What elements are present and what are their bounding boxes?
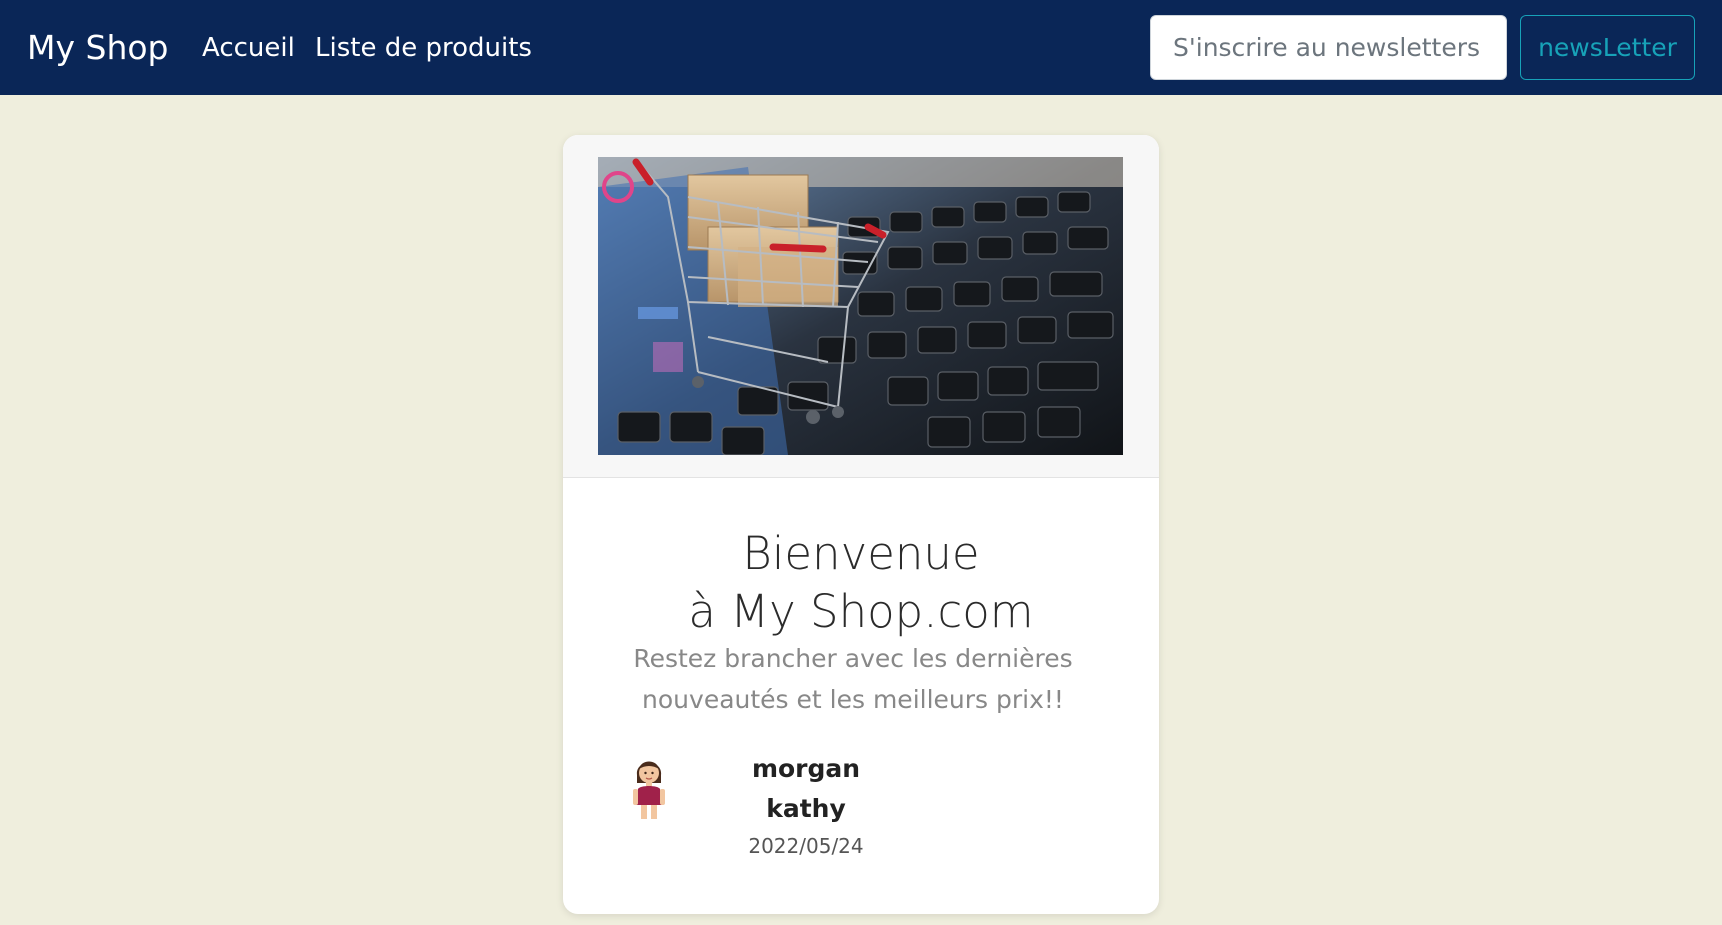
brand-link[interactable]: My Shop	[27, 26, 169, 70]
woman-avatar-icon	[633, 761, 665, 819]
author-last-name: kathy	[766, 794, 846, 823]
card-title-line1: Bienvenue	[742, 527, 980, 580]
nav-link-liste-produits[interactable]: Liste de produits	[315, 31, 532, 65]
welcome-card: Bienvenue à My Shop.com Restez brancher …	[563, 135, 1159, 914]
hero-image	[598, 157, 1123, 455]
card-subtitle-line2: nouveautés et les meilleurs prix!!	[642, 685, 1064, 714]
nav-link-accueil[interactable]: Accueil	[202, 31, 295, 65]
newsletter-email-input[interactable]	[1150, 15, 1507, 80]
card-subtitle: Restez brancher avec les dernières nouve…	[623, 638, 1083, 720]
card-image-area	[563, 135, 1159, 478]
post-date: 2022/05/24	[748, 834, 864, 858]
card-title-line2: à My Shop.com	[688, 585, 1034, 638]
newsletter-button[interactable]: newsLetter	[1520, 15, 1695, 80]
author-first-name: morgan	[751, 754, 861, 783]
navbar: My Shop Accueil Liste de produits newsLe…	[0, 0, 1722, 95]
card-subtitle-line1: Restez brancher avec les dernières	[633, 644, 1073, 673]
card-title: Bienvenue à My Shop.com	[563, 525, 1159, 641]
